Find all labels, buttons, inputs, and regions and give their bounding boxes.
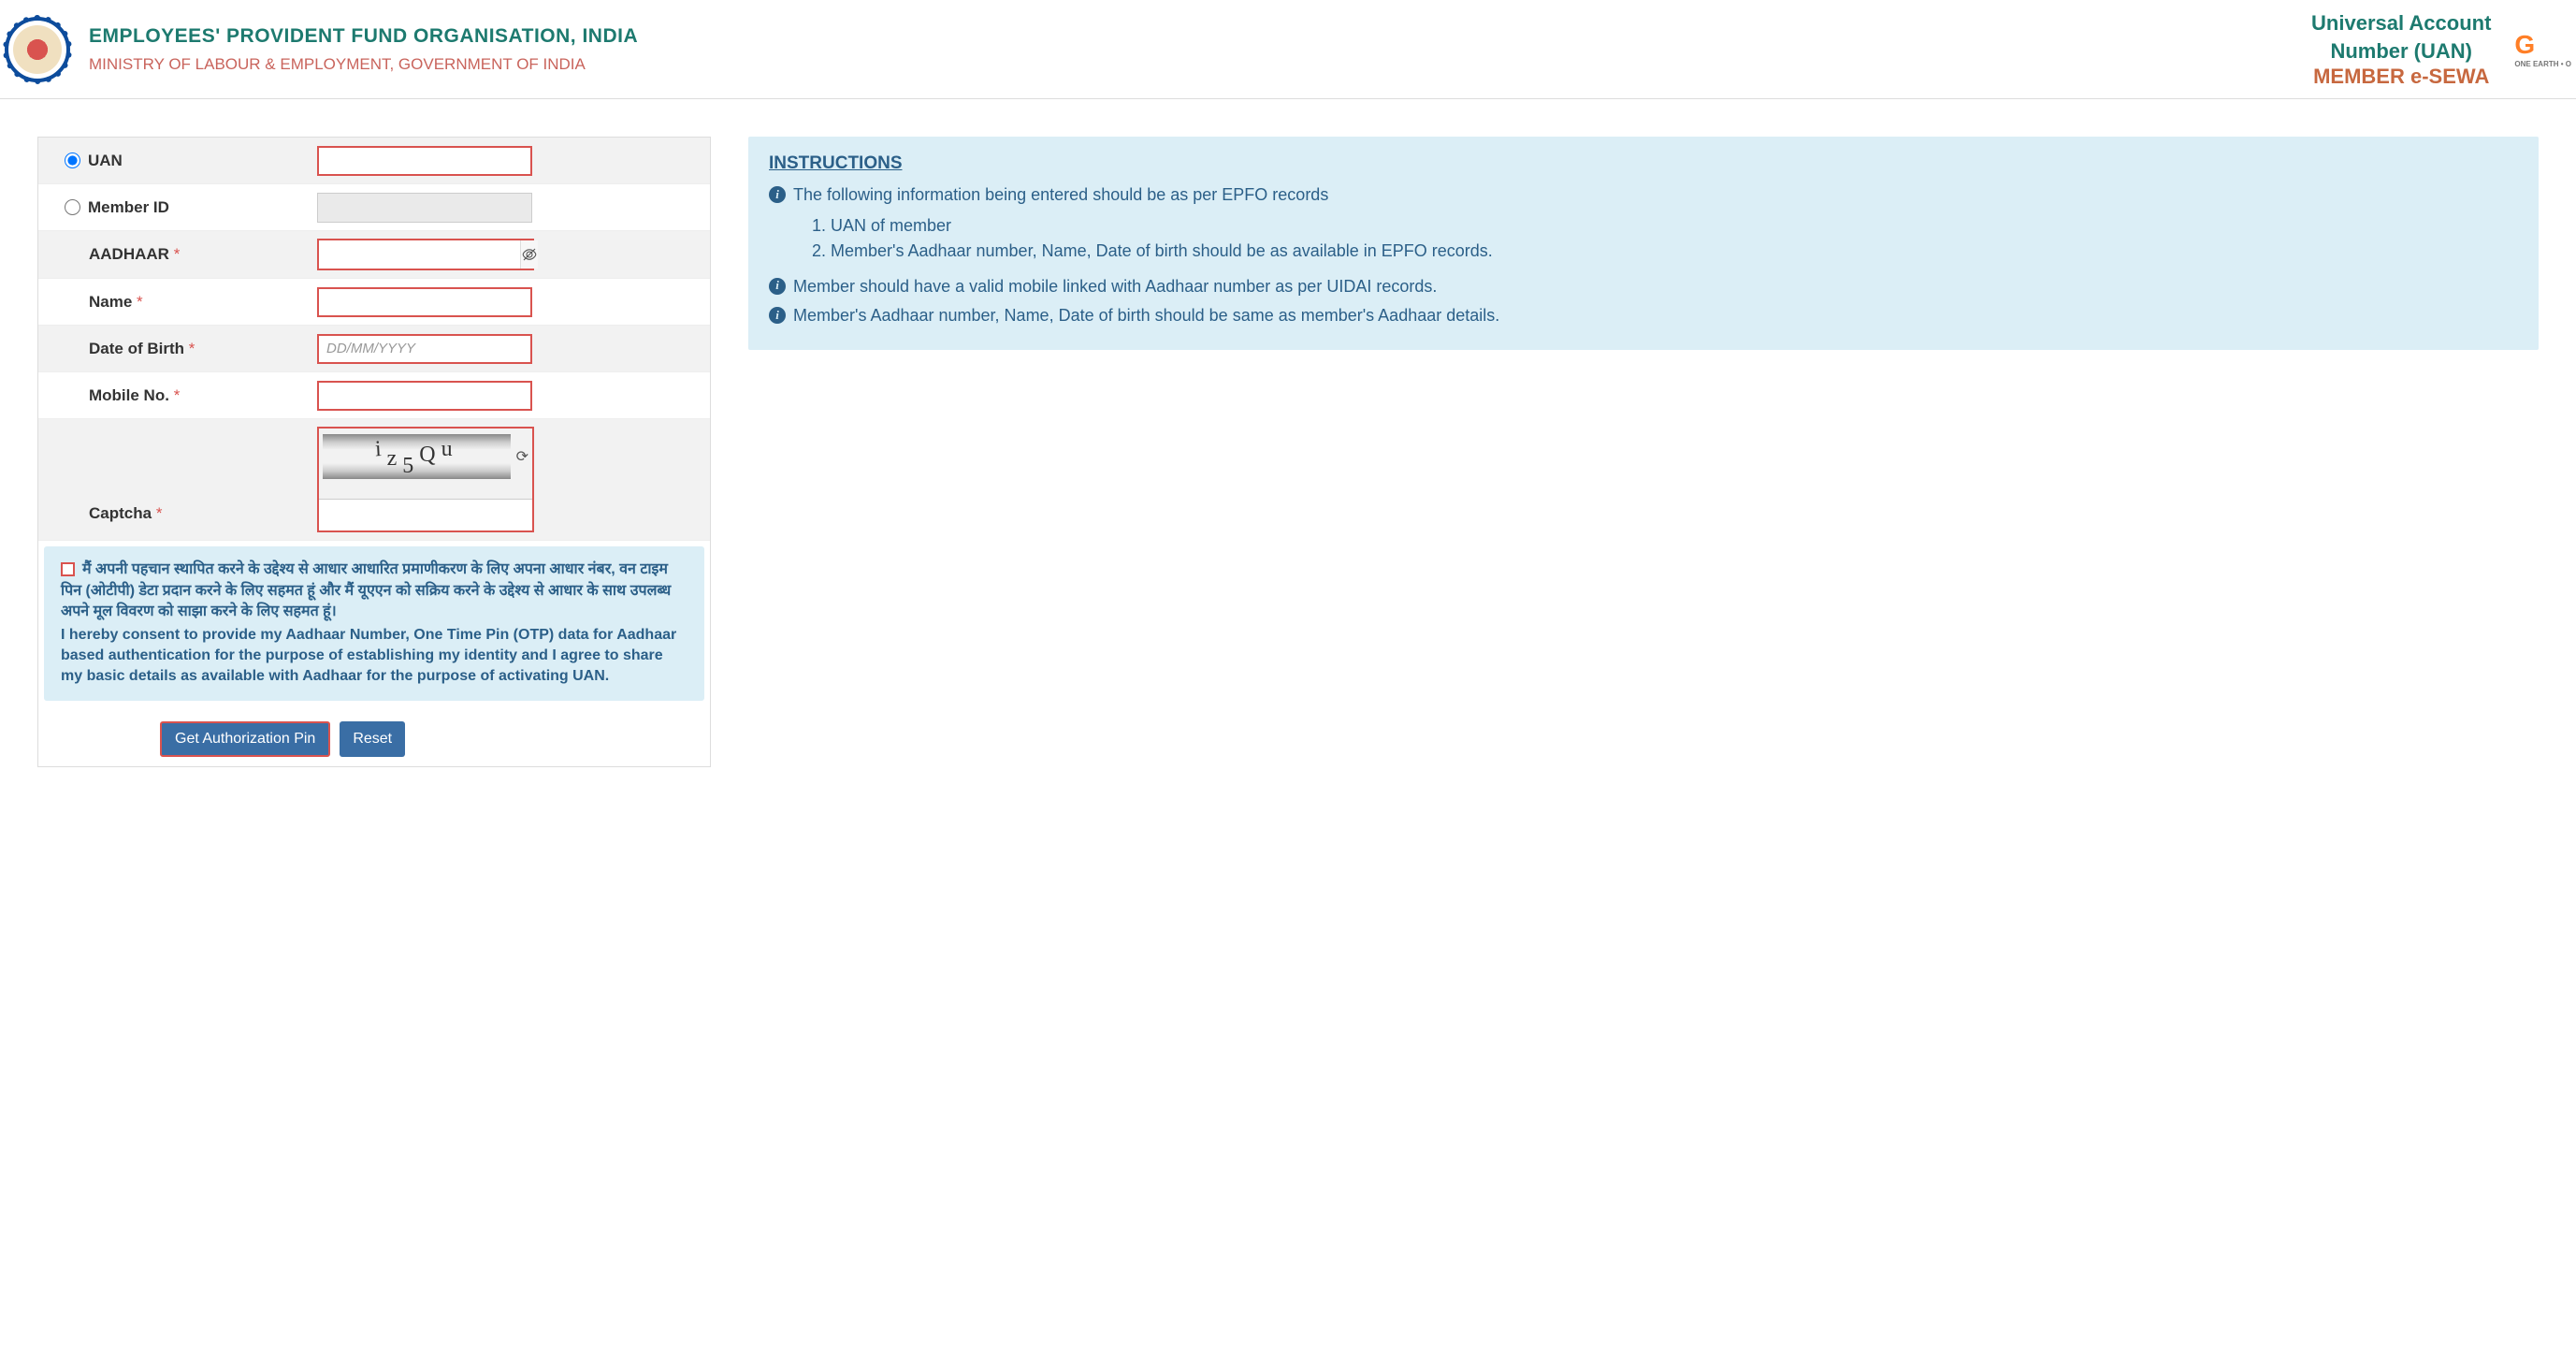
header-text-block: EMPLOYEES' PROVIDENT FUND ORGANISATION, … bbox=[89, 25, 2311, 74]
instruction-item-1: The following information being entered … bbox=[769, 183, 2518, 207]
refresh-captcha-icon[interactable]: ⟳ bbox=[516, 447, 528, 466]
instruction-item-2: Member should have a valid mobile linked… bbox=[769, 275, 2518, 298]
ministry-subtitle: MINISTRY OF LABOUR & EMPLOYMENT, GOVERNM… bbox=[89, 55, 2311, 74]
button-row: Get Authorization Pin Reset bbox=[38, 706, 710, 766]
captcha-input-cell: i z 5 Q u ⟳ bbox=[317, 427, 710, 532]
member-esewa-title: MEMBER e-SEWA bbox=[2311, 65, 2491, 89]
name-input[interactable] bbox=[317, 287, 532, 317]
org-title: EMPLOYEES' PROVIDENT FUND ORGANISATION, … bbox=[89, 25, 2311, 48]
captcha-image: i z 5 Q u bbox=[323, 434, 511, 479]
member-id-radio-label: Member ID bbox=[65, 198, 317, 217]
consent-english-text: I hereby consent to provide my Aadhaar N… bbox=[61, 625, 687, 688]
uan-radio-label: UAN bbox=[65, 152, 317, 170]
instruction-sub-1: 1. UAN of member bbox=[812, 213, 2518, 239]
member-id-input bbox=[317, 193, 532, 223]
dob-input-cell bbox=[317, 334, 684, 364]
activation-form-panel: UAN Member ID AADHAAR * bbox=[37, 137, 711, 766]
epfo-logo bbox=[5, 17, 70, 82]
name-input-cell bbox=[317, 287, 684, 317]
captcha-input[interactable] bbox=[319, 499, 532, 530]
consent-hindi-text: मैं अपनी पहचान स्थापित करने के उद्देश्य … bbox=[61, 559, 687, 622]
info-icon bbox=[769, 307, 786, 324]
aadhaar-input-cell bbox=[317, 239, 684, 270]
uan-title-line2: Number (UAN) bbox=[2311, 37, 2491, 65]
consent-checkbox[interactable] bbox=[61, 562, 75, 576]
info-icon bbox=[769, 186, 786, 203]
captcha-image-row: i z 5 Q u ⟳ bbox=[319, 429, 532, 485]
instruction-item-3: Member's Aadhaar number, Name, Date of b… bbox=[769, 304, 2518, 327]
instructions-panel: INSTRUCTIONS The following information b… bbox=[748, 137, 2539, 350]
eye-slash-icon bbox=[521, 246, 538, 263]
aadhaar-row: AADHAAR * bbox=[38, 231, 710, 279]
consent-box: मैं अपनी पहचान स्थापित करने के उद्देश्य … bbox=[44, 546, 704, 700]
aadhaar-label: AADHAAR * bbox=[65, 245, 317, 264]
instruction-sub-2: 2. Member's Aadhaar number, Name, Date o… bbox=[812, 239, 2518, 264]
aadhaar-input[interactable] bbox=[319, 240, 521, 269]
name-row: Name * bbox=[38, 279, 710, 326]
toggle-aadhaar-visibility-button[interactable] bbox=[521, 240, 538, 269]
member-id-radio[interactable] bbox=[65, 199, 80, 215]
uan-row: UAN bbox=[38, 138, 710, 184]
name-label: Name * bbox=[65, 293, 317, 312]
mobile-row: Mobile No. * bbox=[38, 372, 710, 419]
dob-label: Date of Birth * bbox=[65, 340, 317, 358]
uan-input-cell bbox=[317, 146, 684, 176]
reset-button[interactable]: Reset bbox=[340, 721, 405, 757]
instructions-title: INSTRUCTIONS bbox=[769, 153, 2518, 174]
page-header: EMPLOYEES' PROVIDENT FUND ORGANISATION, … bbox=[0, 0, 2576, 99]
uan-title-line1: Universal Account bbox=[2311, 9, 2491, 37]
uan-input[interactable] bbox=[317, 146, 532, 176]
member-id-input-cell bbox=[317, 193, 684, 223]
member-id-row: Member ID bbox=[38, 184, 710, 231]
captcha-section: i z 5 Q u ⟳ bbox=[317, 427, 534, 532]
main-content: UAN Member ID AADHAAR * bbox=[0, 99, 2576, 766]
header-right-block: Universal Account Number (UAN) MEMBER e-… bbox=[2311, 9, 2491, 89]
captcha-label: Captcha * bbox=[65, 504, 317, 532]
mobile-input-cell bbox=[317, 381, 684, 411]
mobile-label: Mobile No. * bbox=[65, 386, 317, 405]
get-authorization-pin-button[interactable]: Get Authorization Pin bbox=[160, 721, 330, 757]
g20-logo: G ONE EARTH • O bbox=[2514, 30, 2571, 68]
uan-radio[interactable] bbox=[65, 153, 80, 168]
dob-row: Date of Birth * bbox=[38, 326, 710, 372]
mobile-input[interactable] bbox=[317, 381, 532, 411]
info-icon bbox=[769, 278, 786, 295]
aadhaar-input-wrap bbox=[317, 239, 534, 270]
captcha-row: Captcha * i z 5 Q u ⟳ bbox=[38, 419, 710, 541]
dob-input[interactable] bbox=[317, 334, 532, 364]
